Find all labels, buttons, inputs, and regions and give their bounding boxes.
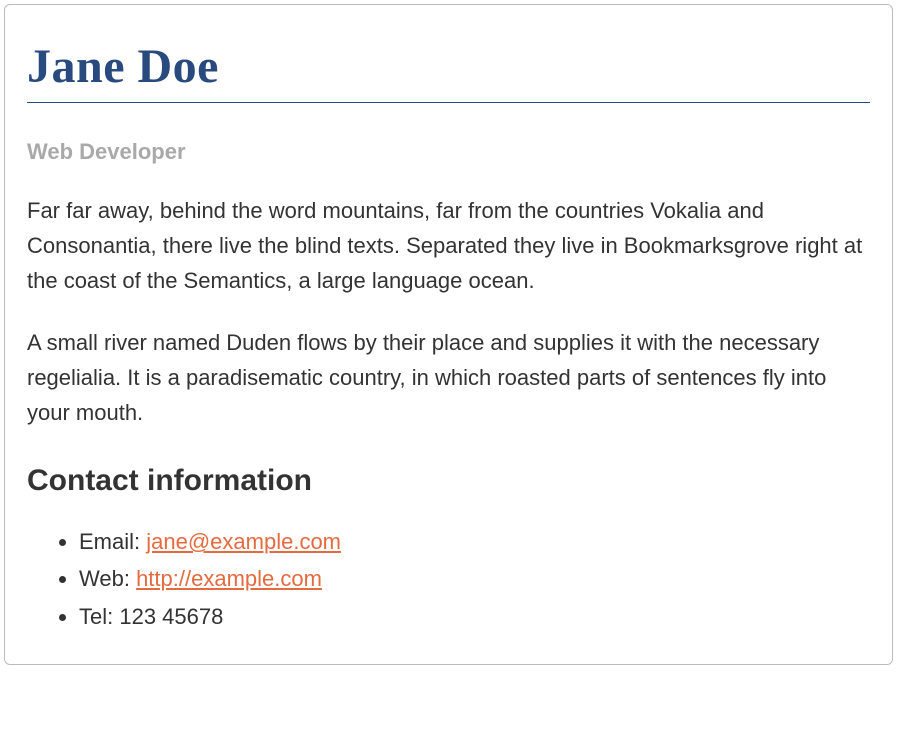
web-link[interactable]: http://example.com: [136, 566, 322, 591]
bio-paragraph-2: A small river named Duden flows by their…: [27, 325, 870, 431]
job-title: Web Developer: [27, 139, 870, 165]
divider: [27, 102, 870, 103]
bio-paragraph-1: Far far away, behind the word mountains,…: [27, 193, 870, 299]
contact-item-tel: Tel: 123 45678: [79, 599, 870, 634]
profile-card: Jane Doe Web Developer Far far away, beh…: [4, 4, 893, 665]
person-name: Jane Doe: [27, 39, 870, 94]
contact-list: Email: jane@example.com Web: http://exam…: [27, 524, 870, 634]
contact-item-web: Web: http://example.com: [79, 561, 870, 596]
contact-heading: Contact information: [27, 464, 870, 498]
contact-label: Tel: 123 45678: [79, 604, 223, 629]
contact-item-email: Email: jane@example.com: [79, 524, 870, 559]
contact-label: Email:: [79, 529, 146, 554]
email-link[interactable]: jane@example.com: [146, 529, 341, 554]
contact-label: Web:: [79, 566, 136, 591]
